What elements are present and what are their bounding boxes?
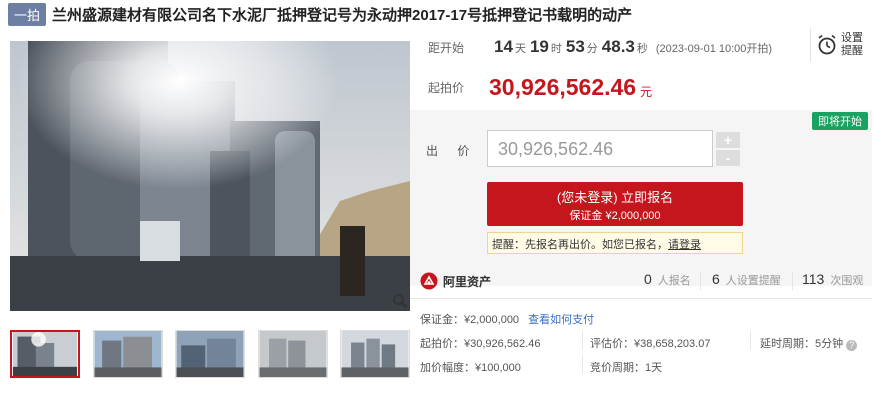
start-price-info: 起拍价：¥30,926,562.46: [420, 338, 541, 350]
set-reminder-button[interactable]: 设置 提醒: [810, 28, 866, 62]
thumbnail-strip: [10, 330, 410, 380]
register-button-label: (您未登录) 立即报名: [556, 190, 674, 205]
divider: [750, 332, 751, 350]
countdown-seconds-unit: 秒: [636, 43, 648, 55]
increment-info: 加价幅度：¥100,000: [420, 362, 521, 374]
register-button-deposit: 保证金 ¥2,000,000: [569, 210, 661, 222]
main-product-image[interactable]: [10, 41, 410, 311]
brand-name: 阿里资产: [443, 274, 492, 289]
reminder-count: 6 人设置提醒: [712, 271, 781, 288]
divider: [582, 332, 583, 350]
login-link[interactable]: 请登录: [668, 239, 701, 251]
signup-count: 0 人报名: [644, 271, 691, 288]
start-price-label: 起拍价: [428, 80, 465, 95]
countdown-timer: 14 天 19 时 53 分 48.3 秒 (2023-09-01 10:00开拍): [494, 37, 772, 57]
thumbnail-2[interactable]: [92, 330, 163, 378]
countdown-row: 距开始 14 天 19 时 53 分 48.3 秒 (2023-09-01 10:00开…: [410, 28, 874, 66]
register-bid-button[interactable]: (您未登录) 立即报名 保证金 ¥2,000,000: [487, 182, 743, 226]
divider: [792, 272, 793, 290]
countdown-label: 距开始: [428, 40, 465, 55]
countdown-days-unit: 天: [514, 43, 526, 55]
login-tip: 提醒：先报名再出价。如您已报名，请登录: [487, 232, 743, 254]
stats-row: 阿里资产 0 人报名 6 人设置提醒 113 次围观: [410, 266, 872, 296]
auction-panel: 距开始 14 天 19 时 53 分 48.3 秒 (2023-09-01 10:00开…: [410, 28, 874, 412]
delay-period-info: 延时周期：5分钟?: [760, 335, 858, 351]
signup-count-label: 人报名: [657, 275, 691, 287]
reminder-count-value: 6: [712, 271, 720, 287]
view-count-value: 113: [802, 271, 825, 287]
thumbnail-1[interactable]: [10, 330, 80, 378]
thumbnail-5[interactable]: [340, 330, 410, 378]
start-price-unit: 元: [640, 84, 653, 99]
bid-box: 即将开始 出 价 30,926,562.46 + - (您未登录) 立即报名 保…: [410, 110, 872, 286]
ali-assets-logo-icon: [420, 272, 438, 290]
brand-logo: 阿里资产: [420, 272, 491, 290]
reminder-line2: 提醒: [841, 45, 863, 57]
view-count: 113 次围观: [802, 271, 863, 288]
title-row: 一拍 兰州盛源建材有限公司名下水泥厂抵押登记号为永动押2017-17号抵押登记书…: [8, 2, 632, 26]
bid-decrease-button[interactable]: -: [716, 150, 740, 166]
start-price-value: 30,926,562.46: [489, 73, 637, 100]
tip-text: 提醒：先报名再出价。如您已报名，: [492, 239, 668, 251]
reminder-line1: 设置: [841, 32, 863, 44]
bid-increase-button[interactable]: +: [716, 132, 740, 148]
deposit-text: 保证金：¥2,000,000: [420, 314, 520, 326]
bid-cycle-info: 竞价周期：1天: [590, 362, 663, 374]
how-to-pay-link[interactable]: 查看如何支付: [528, 314, 594, 326]
status-badge: 即将开始: [812, 112, 868, 130]
delay-period-text: 延时周期：5分钟: [760, 338, 844, 350]
alarm-clock-icon: [818, 34, 836, 55]
bid-amount-input[interactable]: 30,926,562.46: [487, 130, 713, 167]
start-price-row: 起拍价 30,926,562.46 元: [410, 66, 874, 108]
thumbnail-4[interactable]: [257, 330, 328, 378]
deposit-info: 保证金：¥2,000,000 查看如何支付: [420, 311, 594, 327]
page-title: 兰州盛源建材有限公司名下水泥厂抵押登记号为永动押2017-17号抵押登记书载明的…: [52, 6, 633, 24]
auction-info: 保证金：¥2,000,000 查看如何支付 起拍价：¥30,926,562.46…: [410, 298, 872, 412]
countdown-hours: 19: [529, 37, 549, 56]
reminder-count-label: 人设置提醒: [725, 275, 781, 287]
divider: [582, 356, 583, 374]
countdown-minutes-unit: 分: [586, 43, 598, 55]
countdown-days: 14: [494, 37, 513, 56]
countdown-seconds: 48.3: [601, 37, 635, 56]
bid-label: 出 价: [426, 144, 478, 158]
appraisal-info: 评估价：¥38,658,203.07: [590, 338, 711, 350]
auction-start-time: (2023-09-01 10:00开拍): [655, 43, 773, 55]
help-icon[interactable]: ?: [846, 340, 858, 351]
view-count-label: 次围观: [830, 275, 864, 287]
auction-round-tag: 一拍: [8, 2, 47, 26]
signup-count-value: 0: [644, 271, 652, 287]
countdown-hours-unit: 时: [550, 43, 562, 55]
thumbnail-3[interactable]: [175, 330, 245, 378]
countdown-minutes: 53: [565, 37, 585, 56]
zoom-icon[interactable]: [392, 293, 408, 309]
divider: [700, 272, 701, 290]
